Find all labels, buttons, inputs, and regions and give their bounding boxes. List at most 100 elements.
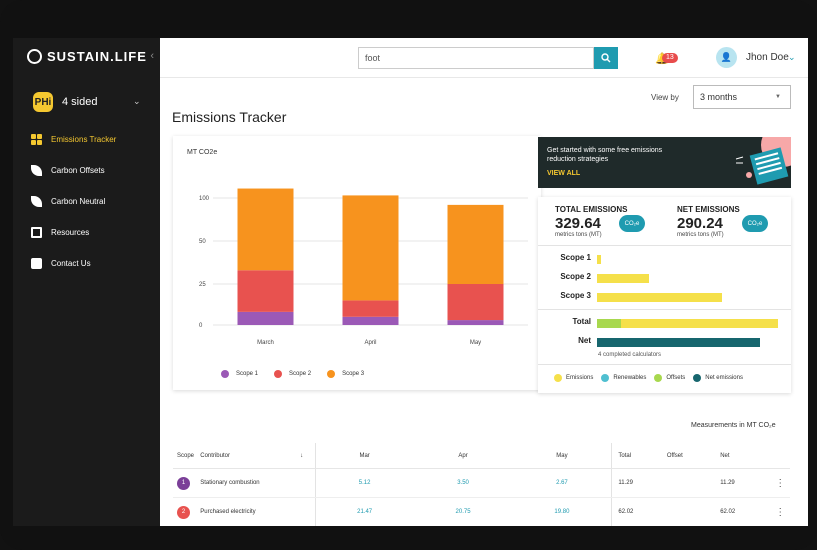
legend-label: Scope 3 xyxy=(342,371,365,377)
user-avatar-icon[interactable]: 👤 xyxy=(716,47,737,68)
table-header: Scope Contributor ↓ Mar Apr May Total Of… xyxy=(173,443,790,469)
legend-item-net-emissions: Net emissions xyxy=(693,374,743,382)
scope-2-bar-label: Scope 2 xyxy=(560,272,591,281)
contributor-cell: Stationary combustion xyxy=(200,480,260,486)
legend-label: Offsets xyxy=(666,375,686,381)
legend-label: Scope 1 xyxy=(236,371,259,377)
scope-1-bar xyxy=(597,255,601,264)
net-bar xyxy=(597,338,760,347)
legend-item-renewables: Renewables xyxy=(601,374,646,382)
sidebar-item-emissions-tracker[interactable]: Emissions Tracker xyxy=(13,124,160,155)
total-bar-label: Total xyxy=(572,317,591,326)
notification-badge: 13 xyxy=(662,53,678,63)
device-frame: SUSTAIN.LIFE ‹ PHi 4 sided ⌄ Emissions T… xyxy=(0,0,817,550)
emissions-legend: Emissions Renewables Offsets Net emissio… xyxy=(554,374,743,382)
chevron-left-icon[interactable]: ‹ xyxy=(150,50,154,62)
sidebar-item-resources[interactable]: Resources xyxy=(13,217,160,248)
net-bar-label: Net xyxy=(578,336,591,345)
legend-swatch xyxy=(327,370,336,378)
sort-arrow-icon[interactable]: ↓ xyxy=(300,453,315,459)
more-options-icon[interactable]: ⋮ xyxy=(771,507,790,518)
table-row[interactable]: 2 Purchased electricity 21.47 20.75 19.8… xyxy=(173,498,790,526)
col-total: Total xyxy=(611,443,666,468)
net-cell: 11.29 xyxy=(720,480,735,486)
chevron-down-icon[interactable]: ⌄ xyxy=(133,96,141,107)
y-tick-label: 100 xyxy=(199,196,210,202)
scope-1-bar-label: Scope 1 xyxy=(560,253,591,262)
promo-banner: Get started with some free emissions red… xyxy=(538,137,791,188)
sidebar-item-label: Carbon Offsets xyxy=(51,166,105,175)
legend-label: Net emissions xyxy=(705,375,743,381)
search-input[interactable]: foot xyxy=(358,47,594,69)
chat-icon xyxy=(31,258,42,269)
sidebar-item-label: Resources xyxy=(51,228,90,237)
mar-cell[interactable]: 5.12 xyxy=(314,469,414,497)
scope-badge: 1 xyxy=(177,476,190,490)
chevron-down-icon[interactable]: ⌄ xyxy=(788,52,796,63)
x-tick-label: May xyxy=(470,340,481,346)
view-all-link[interactable]: VIEW ALL xyxy=(547,170,580,177)
col-contributor[interactable]: Contributor xyxy=(200,453,300,459)
emissions-chart: 0 25 50 100 March April May xyxy=(199,188,528,346)
legend-label: Scope 2 xyxy=(289,371,312,377)
promo-text: Get started with some free emissions red… xyxy=(547,147,663,163)
calculators-note: 4 completed calculators xyxy=(598,352,662,358)
bar-segment xyxy=(342,300,399,317)
total-cell: 11.29 xyxy=(611,469,666,497)
sidebar-item-carbon-neutral[interactable]: Carbon Neutral xyxy=(13,186,160,217)
bar-segment xyxy=(447,204,504,284)
bar-segment xyxy=(447,320,504,325)
legend-swatch xyxy=(554,374,562,382)
chart-legend: Scope 1 Scope 2 Scope 3 xyxy=(221,370,364,378)
legend-item-scope-3[interactable]: Scope 3 xyxy=(327,370,364,378)
sidebar-nav: Emissions Tracker Carbon Offsets Carbon … xyxy=(13,124,160,279)
col-apr: Apr xyxy=(458,452,468,459)
view-by-select[interactable]: 3 months ▼ xyxy=(693,85,791,109)
may-cell[interactable]: 19.80 xyxy=(512,509,611,515)
col-net: Net xyxy=(720,452,730,459)
net-emissions-unit: metrics tons (MT) xyxy=(677,232,724,238)
legend-item-scope-2[interactable]: Scope 2 xyxy=(274,370,311,378)
promo-illustration xyxy=(735,137,791,185)
col-scope: Scope xyxy=(177,452,195,459)
legend-swatch xyxy=(274,370,283,378)
x-tick-label: April xyxy=(364,340,376,346)
apr-cell[interactable]: 3.50 xyxy=(414,480,513,486)
app-logo[interactable]: SUSTAIN.LIFE xyxy=(27,49,147,64)
user-name[interactable]: Jhon Doe xyxy=(746,52,789,63)
org-switcher[interactable]: PHi 4 sided xyxy=(33,92,97,112)
emissions-summary-card: TOTAL EMISSIONS 329.64 metrics tons (MT)… xyxy=(538,197,791,393)
divider xyxy=(538,364,791,365)
bar-segment xyxy=(342,316,399,325)
renewables-bar xyxy=(597,319,621,328)
scope-3-bar xyxy=(597,293,722,302)
net-emissions-label: NET EMISSIONS xyxy=(677,205,740,214)
sidebar-item-carbon-offsets[interactable]: Carbon Offsets xyxy=(13,155,160,186)
emissions-chart-card: MT CO2e 0 25 50 100 March April May Scope 1 Sc… xyxy=(173,136,541,390)
sidebar-item-contact-us[interactable]: Contact Us xyxy=(13,248,160,279)
legend-swatch xyxy=(221,370,229,378)
total-emissions-value: 329.64 xyxy=(555,215,601,232)
search-button[interactable] xyxy=(594,47,618,69)
scope-2-bar xyxy=(597,274,650,283)
total-emissions-unit: metrics tons (MT) xyxy=(555,232,602,238)
bar-segment xyxy=(342,195,399,301)
apr-cell[interactable]: 20.75 xyxy=(414,509,513,515)
contributor-cell: Purchased electricity xyxy=(200,509,256,515)
sidebar: SUSTAIN.LIFE ‹ PHi 4 sided ⌄ Emissions T… xyxy=(13,38,160,526)
col-offset: Offset xyxy=(666,452,683,459)
legend-item-scope-1[interactable]: Scope 1 xyxy=(221,370,258,378)
table-row[interactable]: 1 Stationary combustion 5.12 3.50 2.67 1… xyxy=(173,469,790,498)
x-tick-label: March xyxy=(257,340,274,346)
divider xyxy=(538,309,791,310)
legend-swatch xyxy=(601,374,610,382)
leaf-icon xyxy=(31,196,42,207)
mar-cell[interactable]: 21.47 xyxy=(314,498,414,526)
sidebar-item-label: Carbon Neutral xyxy=(51,197,106,206)
y-tick-label: 50 xyxy=(199,239,206,245)
more-options-icon[interactable]: ⋮ xyxy=(771,478,790,489)
view-by-label: View by xyxy=(651,93,679,102)
may-cell[interactable]: 2.67 xyxy=(512,480,611,486)
sidebar-item-label: Emissions Tracker xyxy=(51,135,117,144)
contributors-table: Scope Contributor ↓ Mar Apr May Total Of… xyxy=(173,443,790,526)
